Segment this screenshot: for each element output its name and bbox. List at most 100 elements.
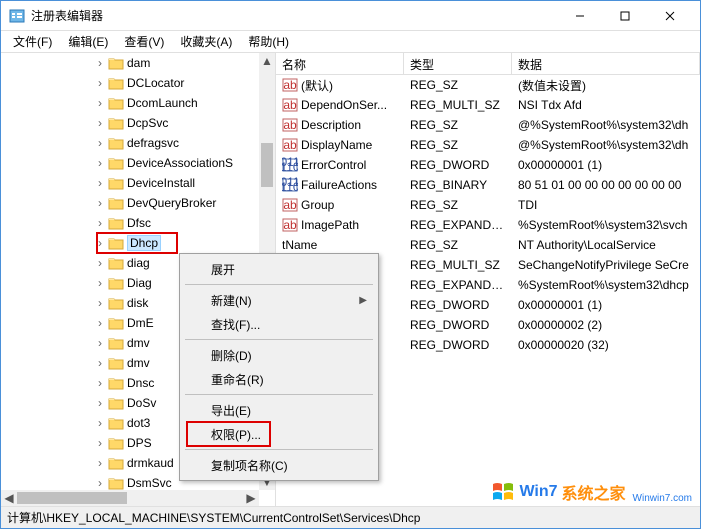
tree-item-label: disk bbox=[127, 296, 148, 310]
value-row[interactable]: ab(默认)REG_SZ(数值未设置) bbox=[276, 75, 700, 95]
tree-item-dhcp[interactable]: ›Dhcp bbox=[1, 233, 275, 253]
expand-icon[interactable]: › bbox=[93, 116, 107, 130]
value-row[interactable]: tNameREG_SZNT Authority\LocalService bbox=[276, 235, 700, 255]
expand-icon[interactable]: › bbox=[93, 316, 107, 330]
folder-icon bbox=[108, 356, 124, 370]
menu-file[interactable]: 文件(F) bbox=[5, 31, 60, 52]
ctx-find[interactable]: 查找(F)... bbox=[183, 312, 375, 336]
tree-item-label: defragsvc bbox=[127, 136, 179, 150]
separator bbox=[185, 449, 373, 450]
value-data: (数值未设置) bbox=[512, 77, 700, 94]
expand-icon[interactable]: › bbox=[93, 336, 107, 350]
tree-horizontal-scrollbar[interactable]: ◀ ▶ bbox=[1, 490, 259, 506]
value-name: abImagePath bbox=[276, 217, 404, 233]
svg-text:ab: ab bbox=[283, 98, 297, 112]
expand-icon[interactable]: › bbox=[93, 76, 107, 90]
value-row[interactable]: 011110ErrorControlREG_DWORD0x00000001 (1… bbox=[276, 155, 700, 175]
expand-icon[interactable]: › bbox=[93, 176, 107, 190]
value-type: REG_DWORD bbox=[404, 158, 512, 172]
value-type: REG_DWORD bbox=[404, 298, 512, 312]
ctx-delete[interactable]: 删除(D) bbox=[183, 343, 375, 367]
tree-item-label: DCLocator bbox=[127, 76, 184, 90]
string-value-icon: ab bbox=[282, 217, 298, 233]
expand-icon[interactable]: › bbox=[93, 416, 107, 430]
expand-icon[interactable]: › bbox=[93, 436, 107, 450]
value-data: @%SystemRoot%\system32\dh bbox=[512, 118, 700, 132]
ctx-export[interactable]: 导出(E) bbox=[183, 398, 375, 422]
folder-icon bbox=[108, 136, 124, 150]
value-data: %SystemRoot%\system32\svch bbox=[512, 218, 700, 232]
tree-item-defragsvc[interactable]: › defragsvc bbox=[1, 133, 275, 153]
value-row[interactable]: 011110FailureActionsREG_BINARY80 51 01 0… bbox=[276, 175, 700, 195]
folder-icon bbox=[108, 196, 124, 210]
value-row[interactable]: abDisplayNameREG_SZ@%SystemRoot%\system3… bbox=[276, 135, 700, 155]
binary-value-icon: 011110 bbox=[282, 157, 298, 173]
svg-text:ab: ab bbox=[283, 118, 297, 132]
column-name-header[interactable]: 名称 bbox=[276, 53, 404, 74]
expand-icon[interactable]: › bbox=[93, 396, 107, 410]
close-button[interactable] bbox=[647, 1, 692, 31]
value-data: %SystemRoot%\system32\dhcp bbox=[512, 278, 700, 292]
menu-favorites[interactable]: 收藏夹(A) bbox=[172, 31, 240, 52]
value-data: 0x00000002 (2) bbox=[512, 318, 700, 332]
value-data: SeChangeNotifyPrivilege SeCre bbox=[512, 258, 700, 272]
minimize-button[interactable] bbox=[557, 1, 602, 31]
ctx-rename[interactable]: 重命名(R) bbox=[183, 367, 375, 391]
ctx-expand[interactable]: 展开 bbox=[183, 257, 375, 281]
expand-icon[interactable]: › bbox=[93, 136, 107, 150]
svg-text:110: 110 bbox=[282, 180, 298, 193]
folder-icon bbox=[108, 376, 124, 390]
string-value-icon: ab bbox=[282, 197, 298, 213]
expand-icon[interactable]: › bbox=[93, 356, 107, 370]
tree-item-devquerybroker[interactable]: ›DevQueryBroker bbox=[1, 193, 275, 213]
menu-edit[interactable]: 编辑(E) bbox=[60, 31, 116, 52]
ctx-copy-key-name[interactable]: 复制项名称(C) bbox=[183, 453, 375, 477]
tree-item-dam[interactable]: ›dam bbox=[1, 53, 275, 73]
tree-item-dcpsvc[interactable]: ›DcpSvc bbox=[1, 113, 275, 133]
value-row[interactable]: abGroupREG_SZTDI bbox=[276, 195, 700, 215]
expand-icon[interactable]: › bbox=[93, 276, 107, 290]
maximize-button[interactable] bbox=[602, 1, 647, 31]
tree-item-deviceinstall[interactable]: ›DeviceInstall bbox=[1, 173, 275, 193]
expand-icon[interactable]: › bbox=[93, 56, 107, 70]
scroll-left-icon[interactable]: ◀ bbox=[1, 490, 17, 506]
svg-text:ab: ab bbox=[283, 138, 297, 152]
string-value-icon: ab bbox=[282, 97, 298, 113]
menu-view[interactable]: 查看(V) bbox=[116, 31, 172, 52]
expand-icon[interactable]: › bbox=[93, 296, 107, 310]
column-type-header[interactable]: 类型 bbox=[404, 53, 512, 74]
expand-icon[interactable]: › bbox=[93, 456, 107, 470]
tree-item-dfsc[interactable]: ›Dfsc bbox=[1, 213, 275, 233]
column-data-header[interactable]: 数据 bbox=[512, 53, 700, 74]
tree-item-label: Diag bbox=[127, 276, 152, 290]
tree-item-deviceassociations[interactable]: › DeviceAssociationS bbox=[1, 153, 275, 173]
tree-item-label: DeviceAssociationS bbox=[127, 156, 233, 170]
tree-item-dclocator[interactable]: › DCLocator bbox=[1, 73, 275, 93]
value-row[interactable]: abDependOnSer...REG_MULTI_SZNSI Tdx Afd bbox=[276, 95, 700, 115]
expand-icon[interactable]: › bbox=[93, 476, 107, 490]
value-row[interactable]: abImagePathREG_EXPAND_SZ%SystemRoot%\sys… bbox=[276, 215, 700, 235]
tree-item-label: DoSv bbox=[127, 396, 156, 410]
expand-icon[interactable]: › bbox=[93, 236, 107, 250]
expand-icon[interactable]: › bbox=[93, 156, 107, 170]
expand-icon[interactable]: › bbox=[93, 96, 107, 110]
value-name: tName bbox=[276, 238, 404, 252]
menu-help[interactable]: 帮助(H) bbox=[240, 31, 297, 52]
string-value-icon: ab bbox=[282, 77, 298, 93]
ctx-permissions[interactable]: 权限(P)... bbox=[183, 422, 375, 446]
tree-item-label: DmE bbox=[127, 316, 154, 330]
tree-item-dcomlaunch[interactable]: ›DcomLaunch bbox=[1, 93, 275, 113]
expand-icon[interactable]: › bbox=[93, 216, 107, 230]
value-data: NT Authority\LocalService bbox=[512, 238, 700, 252]
expand-icon[interactable]: › bbox=[93, 376, 107, 390]
value-row[interactable]: abDescriptionREG_SZ@%SystemRoot%\system3… bbox=[276, 115, 700, 135]
scroll-up-icon[interactable]: ▲ bbox=[259, 53, 275, 69]
ctx-new[interactable]: 新建(N)▶ bbox=[183, 288, 375, 312]
tree-item-label: dot3 bbox=[127, 416, 150, 430]
expand-icon[interactable]: › bbox=[93, 256, 107, 270]
scroll-thumb[interactable] bbox=[261, 143, 273, 187]
scroll-right-icon[interactable]: ▶ bbox=[243, 490, 259, 506]
binary-value-icon: 011110 bbox=[282, 177, 298, 193]
scroll-thumb[interactable] bbox=[17, 492, 127, 504]
expand-icon[interactable]: › bbox=[93, 196, 107, 210]
